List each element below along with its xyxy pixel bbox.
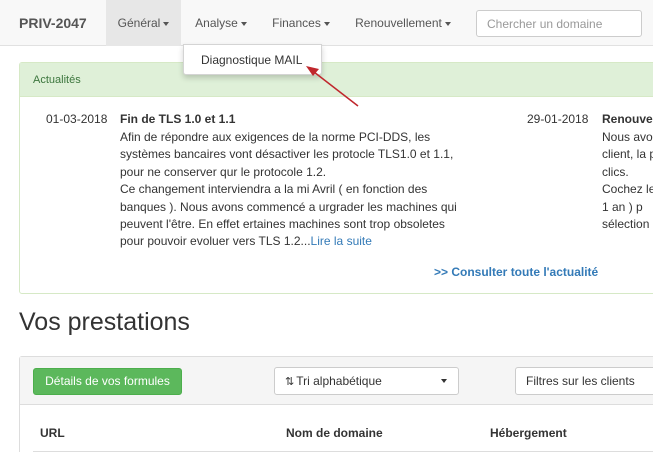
annotation-arrow-icon [306, 66, 359, 107]
